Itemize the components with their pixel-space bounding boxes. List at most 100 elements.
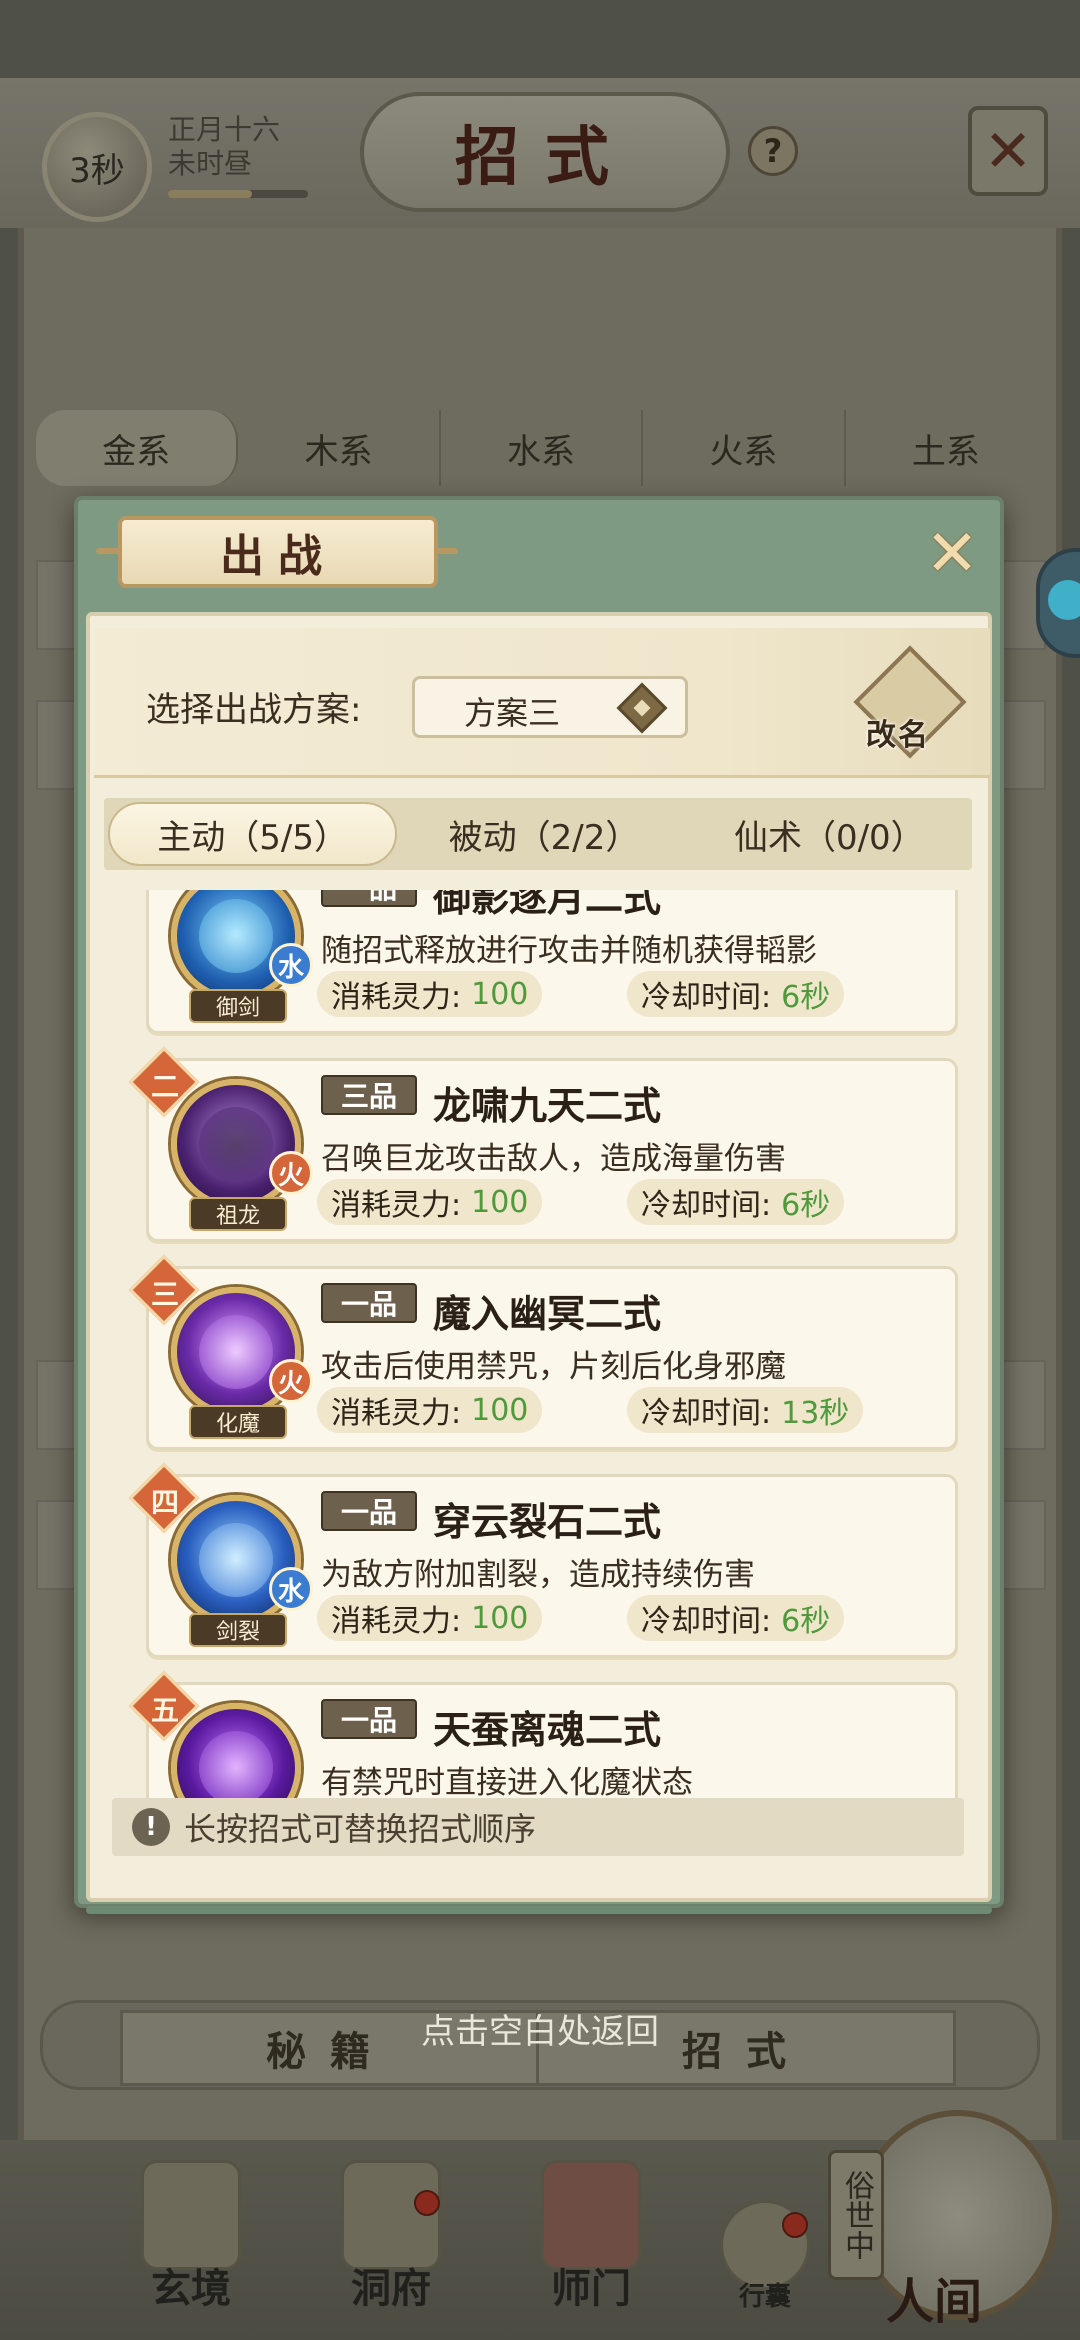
world-vertical-label: 俗世中 xyxy=(828,2150,884,2280)
skill-card[interactable]: 三 火 化魔 一品 魔入幽冥二式 攻击后使用禁咒，片刻后化身邪魔 消耗灵力: 1… xyxy=(128,1254,958,1450)
cooldown-value: 6秒 xyxy=(781,1188,831,1223)
plan-label: 选择出战方案: xyxy=(146,690,362,730)
tip-bar: ! 长按招式可替换招式顺序 xyxy=(112,1798,964,1856)
skill-list[interactable]: 水 御剑 一品 御影逐月二式 随招式释放进行攻击并随机获得韬影 消耗灵力: 10… xyxy=(104,890,972,1798)
cost-value: 100 xyxy=(471,1600,529,1636)
cooldown-label: 冷却时间: xyxy=(641,1188,772,1223)
cost-stat: 消耗灵力: 100 xyxy=(317,1595,543,1641)
help-icon[interactable]: ? xyxy=(748,126,798,176)
dialog-bottom-edge xyxy=(86,1906,992,1914)
nav-label: 师门 xyxy=(551,2265,631,2312)
skill-description: 为敌方附加割裂，造成持续伤害 xyxy=(321,1557,755,1593)
nav-xuanjing[interactable]: 玄境 xyxy=(116,2160,266,2314)
timer-value: 3秒 xyxy=(69,150,125,191)
notification-dot xyxy=(414,2190,440,2216)
skill-name: 穿云裂石二式 xyxy=(433,1500,662,1544)
timer-badge: 3秒 xyxy=(42,112,152,222)
rename-label: 改名 xyxy=(866,718,930,753)
cooldown-label: 冷却时间: xyxy=(641,980,772,1015)
skill-card[interactable]: 二 火 祖龙 三品 龙啸九天二式 召唤巨龙攻击敌人，造成海量伤害 消耗灵力: 1… xyxy=(128,1046,958,1242)
tab-immortal-arts[interactable]: 仙术（0/0） xyxy=(687,798,972,870)
nav-xingnang[interactable]: 行囊 xyxy=(690,2200,840,2313)
skill-name: 魔入幽冥二式 xyxy=(433,1292,662,1336)
rank-number: 四 xyxy=(150,1486,179,1519)
banner-icon xyxy=(541,2160,641,2270)
cost-value: 100 xyxy=(471,976,529,1012)
tab-earth[interactable]: 土系 xyxy=(846,410,1046,486)
skill-name: 龙啸九天二式 xyxy=(433,1084,662,1128)
cooldown-value: 6秒 xyxy=(781,1604,831,1639)
nav-label: 行囊 xyxy=(738,2282,791,2312)
chevron-down-icon[interactable] xyxy=(612,680,672,736)
cost-stat: 消耗灵力: 100 xyxy=(317,1179,543,1225)
grade-tag: 一品 xyxy=(321,1699,417,1739)
world-label: 人间 xyxy=(886,2274,983,2330)
tip-text: 长按招式可替换招式顺序 xyxy=(184,1810,537,1848)
rank-number: 三 xyxy=(150,1278,179,1311)
tab-wood[interactable]: 木系 xyxy=(238,410,441,486)
dialog-title: 出战 xyxy=(118,516,438,588)
skill-name: 天蚕离魂二式 xyxy=(433,1708,662,1752)
skill-card[interactable]: 四 水 剑裂 一品 穿云裂石二式 为敌方附加割裂，造成持续伤害 消耗灵力: 10… xyxy=(128,1462,958,1658)
skill-type-tabs: 主动（5/5） 被动（2/2） 仙术（0/0） xyxy=(104,798,972,870)
scroll-icon xyxy=(141,2160,241,2270)
return-hint: 点击空白处返回 xyxy=(421,2012,659,2052)
skill-icon-name: 御剑 xyxy=(189,989,287,1023)
tab-metal[interactable]: 金系 xyxy=(36,410,239,486)
close-icon[interactable]: ✕ xyxy=(968,106,1048,196)
element-badge: 火 xyxy=(269,1151,313,1195)
tab-passive-skills[interactable]: 被动（2/2） xyxy=(401,798,686,870)
notification-dot xyxy=(782,2212,808,2238)
cooldown-stat: 冷却时间: 6秒 xyxy=(627,1595,845,1641)
nav-shimen[interactable]: 师门 xyxy=(516,2160,666,2314)
nav-label: 洞府 xyxy=(351,2265,431,2312)
skill-icon-name: 剑裂 xyxy=(189,1613,287,1647)
skill-description: 召唤巨龙攻击敌人，造成海量伤害 xyxy=(321,1141,786,1177)
tab-active-skills[interactable]: 主动（5/5） xyxy=(108,802,398,866)
element-badge: 水 xyxy=(269,943,313,987)
skill-card[interactable]: 水 御剑 一品 御影逐月二式 随招式释放进行攻击并随机获得韬影 消耗灵力: 10… xyxy=(146,890,958,1034)
dialog-close-icon[interactable]: ✕ xyxy=(916,517,988,591)
plan-value: 方案三 xyxy=(464,694,561,732)
cooldown-value: 6秒 xyxy=(781,980,831,1015)
tab-water[interactable]: 水系 xyxy=(441,410,644,486)
rank-number: 二 xyxy=(150,1070,179,1103)
grade-tag: 一品 xyxy=(321,1491,417,1531)
cooldown-stat: 冷却时间: 13秒 xyxy=(627,1387,864,1433)
cost-stat: 消耗灵力: 100 xyxy=(317,971,543,1017)
silkworm-skill-icon xyxy=(171,1703,301,1798)
nav-label: 玄境 xyxy=(151,2265,231,2312)
cost-value: 100 xyxy=(471,1184,529,1220)
element-badge: 水 xyxy=(269,1567,313,1611)
cooldown-label: 冷却时间: xyxy=(641,1396,772,1431)
skill-name: 御影逐月二式 xyxy=(433,890,662,920)
cooldown-stat: 冷却时间: 6秒 xyxy=(627,1179,845,1225)
skill-icon-name: 祖龙 xyxy=(189,1197,287,1231)
cost-value: 100 xyxy=(471,1392,529,1428)
cost-stat: 消耗灵力: 100 xyxy=(317,1387,543,1433)
element-tabs: 金系 木系 水系 火系 土系 xyxy=(36,410,1046,486)
cooldown-value: 13秒 xyxy=(781,1396,850,1431)
grade-tag: 一品 xyxy=(321,890,417,907)
time-progress-bar xyxy=(168,190,308,198)
skill-card[interactable]: 五 一品 天蚕离魂二式 有禁咒时直接进入化魔状态 xyxy=(128,1670,958,1798)
skill-icon-name: 化魔 xyxy=(189,1405,287,1439)
cost-label: 消耗灵力: xyxy=(331,980,462,1015)
cooldown-stat: 冷却时间: 6秒 xyxy=(627,971,845,1017)
skill-description: 攻击后使用禁咒，片刻后化身邪魔 xyxy=(321,1349,786,1385)
grade-tag: 一品 xyxy=(321,1283,417,1323)
cost-label: 消耗灵力: xyxy=(331,1604,462,1639)
element-badge: 火 xyxy=(269,1359,313,1403)
pet-icon xyxy=(1048,580,1080,620)
tab-fire[interactable]: 火系 xyxy=(643,410,846,486)
page-title: 招式 xyxy=(360,92,730,212)
cooldown-label: 冷却时间: xyxy=(641,1604,772,1639)
rank-number: 五 xyxy=(150,1694,179,1727)
skill-description: 有禁咒时直接进入化魔状态 xyxy=(321,1765,693,1798)
nav-dongfu[interactable]: 洞府 xyxy=(316,2160,466,2314)
info-icon: ! xyxy=(132,1808,170,1846)
cost-label: 消耗灵力: xyxy=(331,1188,462,1223)
cost-label: 消耗灵力: xyxy=(331,1396,462,1431)
date-line-2: 未时昼 xyxy=(168,147,253,180)
grade-tag: 三品 xyxy=(321,1075,417,1115)
